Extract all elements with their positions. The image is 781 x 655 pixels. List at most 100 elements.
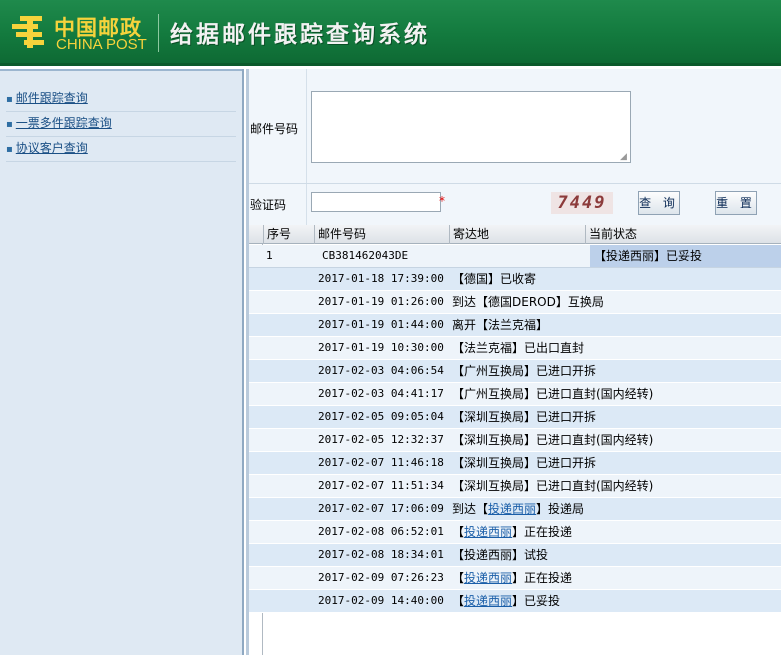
event-time: 2017-02-07 11:51:34 [318, 479, 444, 492]
event-description: 【深圳互换局】已进口直封(国内经转) [452, 475, 653, 497]
event-text: 到达【德国DEROD】互换局 [452, 295, 604, 309]
table-row-event: 2017-01-19 10:30:00 【法兰克福】已出口直封 [249, 337, 781, 360]
event-description: 到达【德国DEROD】互换局 [452, 291, 604, 313]
logo-english-text: CHINA POST [56, 36, 147, 53]
event-office-link[interactable]: 投递西丽 [464, 571, 512, 585]
event-time: 2017-02-09 14:40:00 [318, 594, 444, 607]
result-table: 序号 邮件号码 寄达地 当前状态 1 CB381462043DE 【投递西丽】已… [249, 225, 781, 655]
column-header-destination[interactable]: 寄达地 [450, 225, 586, 244]
event-description: 【投递西丽】正在投递 [452, 567, 572, 589]
event-text: 【深圳互换局】已进口直封(国内经转) [452, 479, 654, 493]
captcha-image[interactable]: 7449 [551, 192, 613, 214]
event-text: 【广州互换局】已进口直封(国内经转) [452, 387, 654, 401]
query-form: 邮件号码 ◢ 验证码 * 7449 查 询 重 置 [249, 69, 781, 225]
event-text: 【投递西丽】试投 [452, 548, 549, 562]
reset-button[interactable]: 重 置 [715, 191, 757, 215]
event-text: 【深圳互换局】已进口直封(国内经转) [452, 433, 654, 447]
event-text-suffix: 】正在投递 [512, 571, 573, 585]
event-text: 【 [452, 594, 465, 608]
event-text: 【深圳互换局】已进口开拆 [452, 410, 597, 424]
required-mark: * [439, 194, 445, 208]
event-text: 【 [452, 571, 465, 585]
event-description: 离开【法兰克福】 [452, 314, 548, 336]
event-text: 【 [452, 525, 465, 539]
table-row-event: 2017-01-19 01:44:00 离开【法兰克福】 [249, 314, 781, 337]
sidebar-menu: ▪ 邮件跟踪查询 ▪ 一票多件跟踪查询 ▪ 协议客户查询 [6, 87, 236, 162]
event-description: 【投递西丽】已妥投 [452, 590, 560, 612]
sidebar-item-mail-tracking[interactable]: ▪ 邮件跟踪查询 [6, 87, 236, 112]
event-time: 2017-02-07 17:06:09 [318, 502, 444, 515]
event-time: 2017-02-03 04:41:17 [318, 387, 444, 400]
event-text: 【德国】已收寄 [452, 272, 537, 286]
event-time: 2017-02-08 06:52:01 [318, 525, 444, 538]
table-body: 1 CB381462043DE 【投递西丽】已妥投 2017-01-18 17:… [249, 245, 781, 613]
form-divider [249, 183, 781, 184]
table-row-event: 2017-01-18 17:39:00 【德国】已收寄 [249, 268, 781, 291]
sidebar: ▪ 邮件跟踪查询 ▪ 一票多件跟踪查询 ▪ 协议客户查询 [0, 69, 244, 655]
event-description: 【德国】已收寄 [452, 268, 536, 290]
event-time: 2017-02-05 12:32:37 [318, 433, 444, 446]
event-time: 2017-01-19 01:26:00 [318, 295, 444, 308]
table-row-event: 2017-02-09 14:40:00 【投递西丽】已妥投 [249, 590, 781, 613]
sidebar-link-client-query[interactable]: 协议客户查询 [16, 141, 88, 155]
event-text: 【广州互换局】已进口开拆 [452, 364, 597, 378]
event-office-link[interactable]: 投递西丽 [464, 594, 512, 608]
china-post-logo-icon [12, 16, 44, 48]
bullet-icon: ▪ [6, 119, 13, 130]
table-row-main[interactable]: 1 CB381462043DE 【投递西丽】已妥投 [249, 245, 781, 268]
sidebar-item-client-query[interactable]: ▪ 协议客户查询 [6, 137, 236, 162]
captcha-label: 验证码 [250, 198, 287, 212]
sidebar-link-mail-tracking[interactable]: 邮件跟踪查询 [16, 91, 88, 105]
event-description: 【投递西丽】试投 [452, 544, 548, 566]
table-row-event: 2017-02-09 07:26:23 【投递西丽】正在投递 [249, 567, 781, 590]
event-text: 离开【法兰克福】 [452, 318, 549, 332]
bullet-icon: ▪ [6, 94, 13, 105]
table-row-event: 2017-01-19 01:26:00 到达【德国DEROD】互换局 [249, 291, 781, 314]
event-description: 【深圳互换局】已进口直封(国内经转) [452, 429, 653, 451]
event-text-suffix: 】已妥投 [512, 594, 561, 608]
bullet-icon: ▪ [6, 144, 13, 155]
table-row-event: 2017-02-05 12:32:37 【深圳互换局】已进口直封(国内经转) [249, 429, 781, 452]
event-text: 【深圳互换局】已进口开拆 [452, 456, 597, 470]
column-header-status[interactable]: 当前状态 [586, 225, 781, 244]
table-row-event: 2017-02-07 11:46:18 【深圳互换局】已进口开拆 [249, 452, 781, 475]
resize-grip-icon[interactable]: ◢ [620, 153, 629, 162]
event-time: 2017-01-18 17:39:00 [318, 272, 444, 285]
row-status: 【投递西丽】已妥投 [590, 245, 781, 267]
event-time: 2017-02-07 11:46:18 [318, 456, 444, 469]
event-description: 到达【投递西丽】投递局 [452, 498, 584, 520]
event-time: 2017-01-19 01:44:00 [318, 318, 444, 331]
event-office-link[interactable]: 投递西丽 [464, 525, 512, 539]
event-description: 【法兰克福】已出口直封 [452, 337, 584, 359]
table-header: 序号 邮件号码 寄达地 当前状态 [249, 225, 781, 244]
column-header-no[interactable]: 序号 [263, 225, 315, 244]
event-office-link[interactable]: 投递西丽 [488, 502, 536, 516]
column-header-mail-number[interactable]: 邮件号码 [315, 225, 450, 244]
table-row-event: 2017-02-08 18:34:01 【投递西丽】试投 [249, 544, 781, 567]
china-post-logo: 中国邮政 CHINA POST [10, 12, 150, 54]
event-time: 2017-02-05 09:05:04 [318, 410, 444, 423]
event-time: 2017-02-08 18:34:01 [318, 548, 444, 561]
row-number: 1 [266, 249, 273, 262]
table-row-event: 2017-02-03 04:41:17 【广州互换局】已进口直封(国内经转) [249, 383, 781, 406]
sidebar-item-multi-tracking[interactable]: ▪ 一票多件跟踪查询 [6, 112, 236, 137]
event-time: 2017-02-03 04:06:54 [318, 364, 444, 377]
event-description: 【投递西丽】正在投递 [452, 521, 572, 543]
sidebar-link-multi-tracking[interactable]: 一票多件跟踪查询 [16, 116, 112, 130]
event-description: 【深圳互换局】已进口开拆 [452, 452, 596, 474]
captcha-input[interactable] [311, 192, 441, 212]
event-time: 2017-01-19 10:30:00 [318, 341, 444, 354]
table-row-event: 2017-02-07 17:06:09 到达【投递西丽】投递局 [249, 498, 781, 521]
event-text-suffix: 】投递局 [536, 502, 585, 516]
table-row-event: 2017-02-03 04:06:54 【广州互换局】已进口开拆 [249, 360, 781, 383]
mail-number-input[interactable] [311, 91, 631, 163]
event-description: 【广州互换局】已进口直封(国内经转) [452, 383, 653, 405]
query-button[interactable]: 查 询 [638, 191, 680, 215]
table-row-event: 2017-02-07 11:51:34 【深圳互换局】已进口直封(国内经转) [249, 475, 781, 498]
event-description: 【深圳互换局】已进口开拆 [452, 406, 596, 428]
event-text: 到达【 [452, 502, 489, 516]
event-time: 2017-02-09 07:26:23 [318, 571, 444, 584]
event-text: 【法兰克福】已出口直封 [452, 341, 585, 355]
table-row-event: 2017-02-05 09:05:04 【深圳互换局】已进口开拆 [249, 406, 781, 429]
header-separator [158, 14, 159, 52]
